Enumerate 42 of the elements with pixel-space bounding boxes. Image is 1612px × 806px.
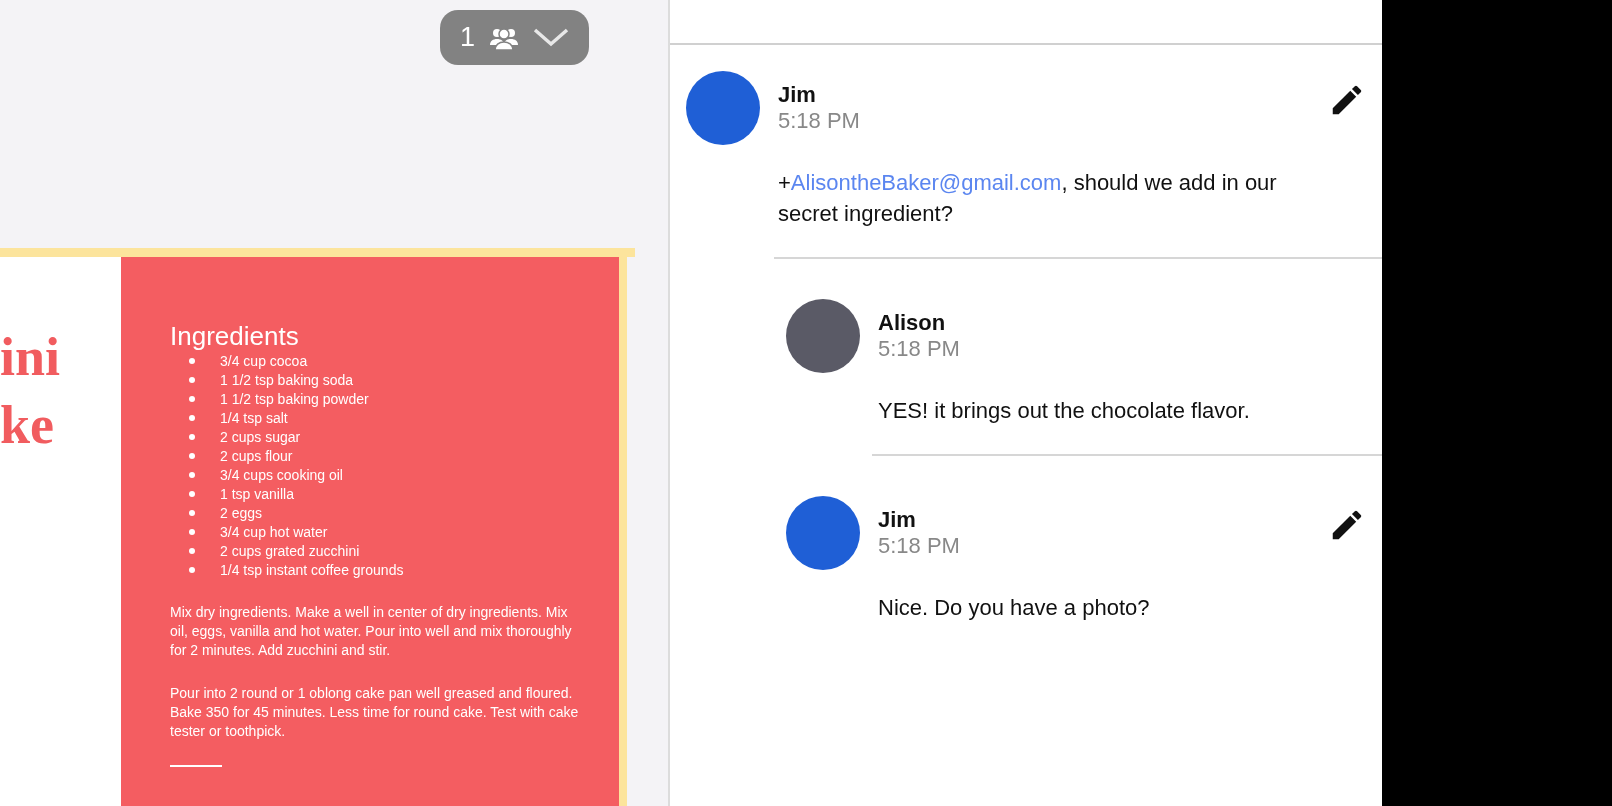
bullet-icon — [189, 357, 195, 364]
comment-text: +AlisontheBaker@gmail.com, should we add in our secret ingredient? — [778, 169, 1278, 228]
bullet-icon — [189, 490, 195, 497]
bullet-icon — [189, 452, 195, 459]
document-title: ke — [0, 394, 54, 457]
ingredient-text: 2 eggs — [220, 504, 263, 521]
instructions-paragraph: Pour into 2 round or 1 oblong cake pan well greased and floured. Bake 350 for 45 minutes. Less time for round cake. Test with cake tester or toothpick. — [170, 684, 580, 741]
bullet-icon — [189, 528, 195, 535]
ingredient-text: 1 1/2 tsp baking powder — [220, 390, 369, 407]
comment-time: 5:18 PM — [878, 533, 960, 559]
document-title: ini — [0, 326, 61, 389]
author-name: Jim — [878, 507, 916, 533]
bullet-icon — [189, 566, 195, 573]
chevron-down-icon[interactable] — [533, 27, 570, 48]
ingredient-text: 1/4 tsp instant coffee grounds — [220, 561, 404, 578]
bullet-icon — [189, 433, 195, 440]
ingredient-text: 1 tsp vanilla — [220, 485, 294, 502]
ingredient-text: 3/4 cups cooking oil — [220, 466, 343, 483]
section-heading: Ingredients — [170, 321, 299, 351]
author-name: Alison — [878, 310, 946, 336]
comment-time: 5:18 PM — [878, 336, 960, 362]
comment-time: 5:18 PM — [778, 108, 860, 134]
bullet-icon — [189, 395, 195, 402]
instructions-paragraph: Mix dry ingredients. Make a well in center of dry ingredients. Mix oil, eggs, vanilla and hot water. Pour into well and mix thoroughly for 2 minutes. Add zucchini and stir. — [170, 603, 573, 660]
comment-text: Nice. Do you have a photo? — [878, 594, 1151, 622]
bullet-icon — [189, 414, 195, 421]
bullet-icon — [189, 547, 195, 554]
author-name: Jim — [778, 82, 816, 108]
bullet-icon — [189, 509, 195, 516]
ingredient-text: 2 cups flour — [220, 447, 293, 464]
collaborators-pill[interactable]: 1 — [440, 10, 589, 65]
ingredient-text: 3/4 cup hot water — [220, 523, 328, 540]
mention-link[interactable]: AlisontheBaker@gmail.com — [790, 170, 1062, 195]
ingredient-text: 2 cups grated zucchini — [220, 542, 360, 559]
bullet-icon — [189, 376, 195, 383]
ingredient-text: 3/4 cup cocoa — [220, 352, 308, 369]
comment-text: YES! it brings out the chocolate flavor. — [878, 397, 1251, 425]
ingredient-text: 1 1/2 tsp baking soda — [220, 371, 354, 388]
ingredient-text: 1/4 tsp salt — [220, 409, 288, 426]
ingredient-text: 2 cups sugar — [220, 428, 301, 445]
divider-rule — [170, 765, 222, 767]
bullet-icon — [189, 471, 195, 478]
